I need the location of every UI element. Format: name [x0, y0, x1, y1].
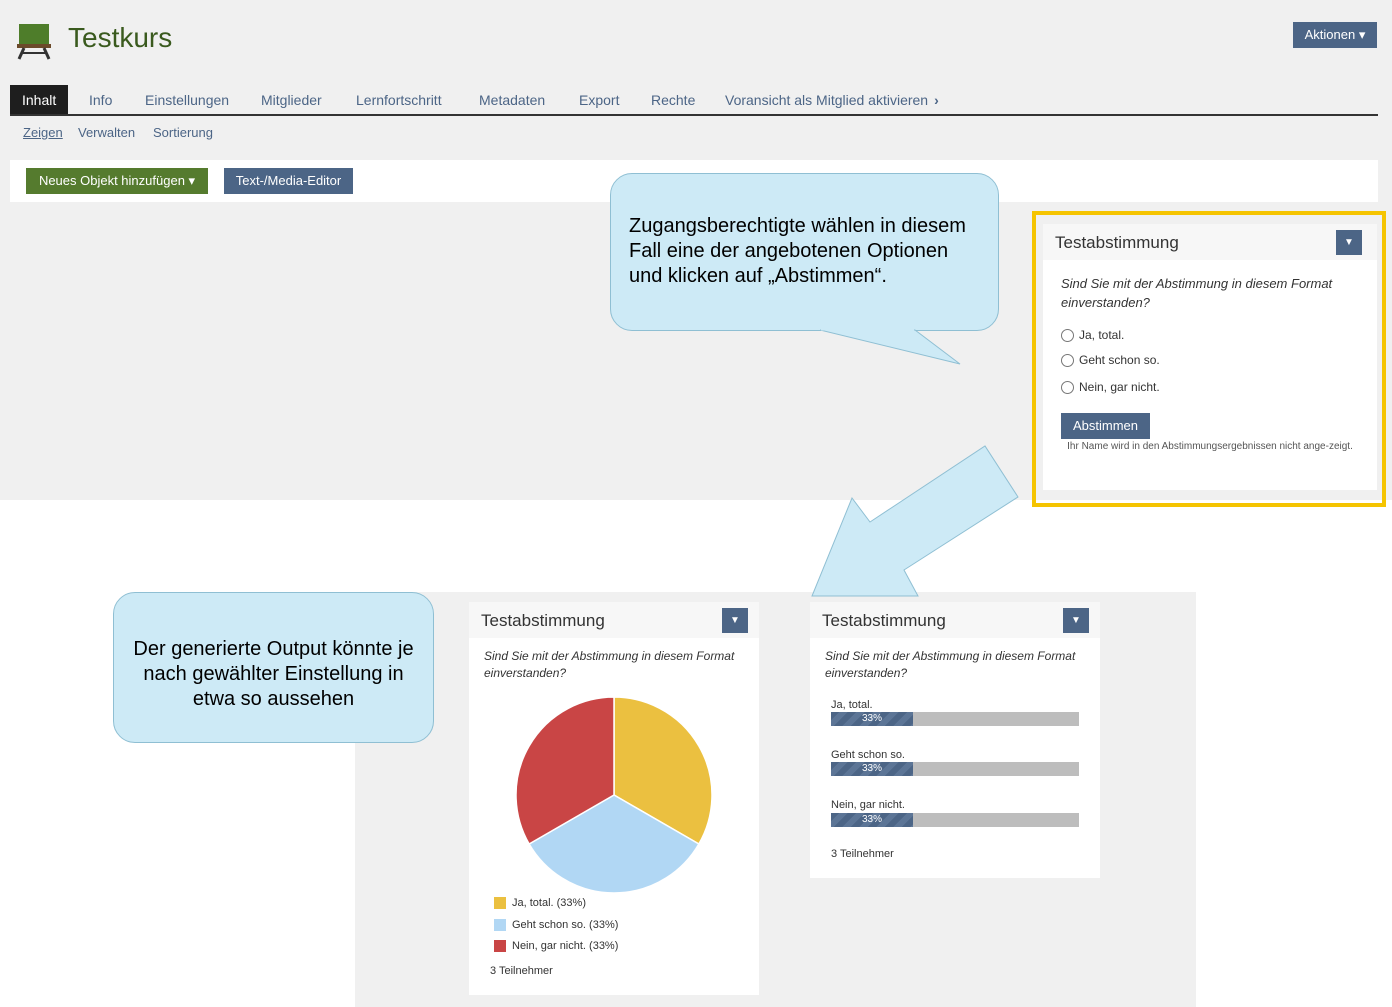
bar-percent: 33% [861, 763, 882, 774]
legend-label: Ja, total. (33%) [512, 897, 586, 909]
poll-option-label: Nein, gar nicht. [1079, 380, 1160, 394]
bar-percent: 33% [861, 713, 882, 724]
subtab-verwalten[interactable]: Verwalten [78, 125, 135, 140]
vote-button[interactable]: Abstimmen [1061, 413, 1150, 439]
pie-chart [515, 696, 713, 894]
actions-button[interactable]: Aktionen ▾ [1293, 22, 1377, 48]
bar-label: Ja, total. [831, 699, 873, 711]
bar-label: Nein, gar nicht. [831, 799, 905, 811]
poll-option-2[interactable]: Geht schon so. [1061, 353, 1160, 368]
poll-question: Sind Sie mit der Abstimmung in diesem Fo… [1061, 276, 1333, 310]
arrow-down-left-icon [811, 445, 1019, 597]
caret-down-icon[interactable]: ▼ [1063, 608, 1089, 633]
legend-swatch [494, 919, 506, 932]
page-title: Testkurs [68, 22, 173, 53]
results-pie-question: Sind Sie mit der Abstimmung in diesem Fo… [484, 649, 735, 680]
results-bar-header: Testabstimmung ▼ [810, 602, 1100, 638]
callout-vote-instructions: Zugangsberechtigte wählen in diesem Fall… [610, 173, 999, 331]
main-tabs: Inhalt Info Einstellungen Mitglieder Ler… [10, 85, 1378, 116]
caret-down-icon[interactable]: ▼ [722, 608, 748, 633]
participants-count: 3 Teilnehmer [490, 965, 553, 977]
participants-count: 3 Teilnehmer [831, 848, 894, 860]
tab-einstellungen[interactable]: Einstellungen [145, 85, 229, 114]
bar-track: 33% [831, 762, 1079, 776]
bar-label: Geht schon so. [831, 749, 905, 761]
results-pie-header: Testabstimmung ▼ [469, 602, 759, 638]
tab-rechte[interactable]: Rechte [651, 85, 695, 114]
tab-inhalt[interactable]: Inhalt [10, 85, 69, 114]
tab-voransicht-label: Voransicht als Mitglied aktivieren [725, 92, 929, 108]
legend-label: Nein, gar nicht. (33%) [512, 940, 619, 952]
legend-item: Ja, total. (33%) [494, 897, 586, 910]
results-bar-question: Sind Sie mit der Abstimmung in diesem Fo… [825, 649, 1076, 680]
poll-option-3[interactable]: Nein, gar nicht. [1061, 380, 1160, 395]
anonymity-note: Ihr Name wird in den Abstimmungsergebnis… [1067, 441, 1353, 452]
add-object-button[interactable]: Neues Objekt hinzufügen ▾ [26, 168, 208, 194]
poll-title: Testabstimmung [1055, 233, 1179, 252]
legend-swatch [494, 897, 506, 910]
tab-lernfortschritt[interactable]: Lernfortschritt [356, 85, 442, 114]
caret-down-icon[interactable]: ▼ [1336, 230, 1362, 255]
tab-mitglieder[interactable]: Mitglieder [261, 85, 322, 114]
results-bar-panel: Testabstimmung ▼ Sind Sie mit der Abstim… [810, 602, 1100, 878]
poll-panel-header: Testabstimmung ▼ [1043, 224, 1377, 260]
poll-option-label: Ja, total. [1079, 328, 1125, 342]
subtab-zeigen[interactable]: Zeigen [23, 125, 63, 140]
poll-option-label: Geht schon so. [1079, 353, 1160, 367]
tab-info[interactable]: Info [89, 85, 112, 114]
poll-panel: Testabstimmung ▼ Sind Sie mit der Abstim… [1043, 224, 1377, 490]
chevron-right-icon: › [934, 92, 939, 108]
poll-option-1[interactable]: Ja, total. [1061, 328, 1125, 343]
callout-output-preview: Der generierte Output könnte je nach gew… [113, 592, 434, 743]
callout-pointer [820, 328, 961, 365]
results-pie-panel: Testabstimmung ▼ Sind Sie mit der Abstim… [469, 602, 759, 995]
legend-label: Geht schon so. (33%) [512, 919, 619, 931]
radio-icon[interactable] [1061, 354, 1074, 368]
tab-export[interactable]: Export [579, 85, 619, 114]
text-media-editor-button[interactable]: Text-/Media-Editor [224, 168, 353, 194]
results-pie-title: Testabstimmung [481, 611, 605, 630]
legend-item: Nein, gar nicht. (33%) [494, 940, 619, 953]
bar-percent: 33% [861, 814, 882, 825]
bar-track: 33% [831, 712, 1079, 726]
tab-metadaten[interactable]: Metadaten [479, 85, 545, 114]
tab-voransicht[interactable]: Voransicht als Mitglied aktivieren › [725, 85, 939, 114]
radio-icon[interactable] [1061, 329, 1074, 343]
bar-track: 33% [831, 813, 1079, 827]
results-bar-title: Testabstimmung [822, 611, 946, 630]
radio-icon[interactable] [1061, 381, 1074, 395]
subtab-sortierung[interactable]: Sortierung [153, 125, 213, 140]
course-board-icon [17, 24, 51, 60]
legend-swatch [494, 940, 506, 953]
legend-item: Geht schon so. (33%) [494, 919, 619, 932]
